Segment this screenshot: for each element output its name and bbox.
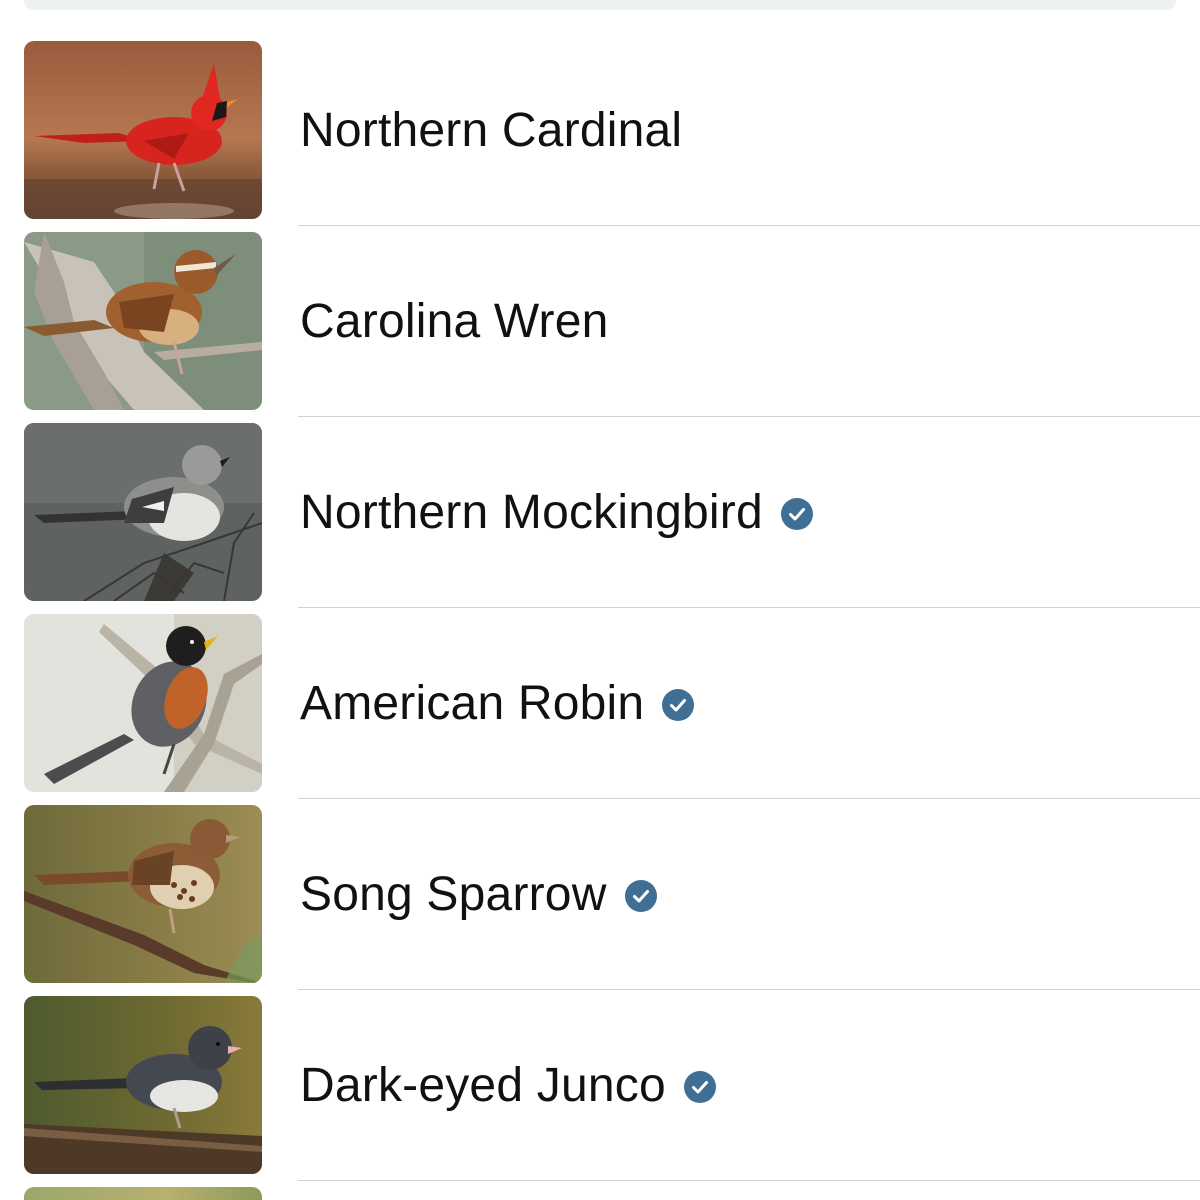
next-bird-photo[interactable]	[24, 1187, 262, 1200]
bird-list-screen: Northern Cardinal Carolina Wren Northern…	[0, 0, 1200, 1200]
northern-mockingbird-photo	[24, 423, 262, 601]
bird-name: Carolina Wren	[300, 294, 609, 348]
list-item[interactable]: American Robin	[0, 613, 1200, 804]
list-item[interactable]: Carolina Wren	[0, 231, 1200, 422]
list-item[interactable]: Northern Mockingbird	[0, 422, 1200, 613]
verified-check-icon	[662, 689, 695, 721]
verified-check-icon	[683, 1071, 716, 1103]
divider	[298, 607, 1200, 608]
northern-cardinal-photo	[24, 41, 262, 219]
dark-eyed-junco-photo	[24, 996, 262, 1174]
list-item[interactable]: Dark-eyed Junco	[0, 995, 1200, 1186]
divider	[298, 416, 1200, 417]
divider	[298, 1180, 1200, 1181]
bird-name: American Robin	[300, 676, 645, 730]
song-sparrow-photo	[24, 805, 262, 983]
bird-name: Dark-eyed Junco	[300, 1058, 666, 1112]
bird-name: Northern Cardinal	[300, 103, 683, 157]
bird-name: Song Sparrow	[300, 867, 607, 921]
list-item[interactable]: Song Sparrow	[0, 804, 1200, 995]
list-item[interactable]: Northern Cardinal	[0, 40, 1200, 231]
divider	[298, 989, 1200, 990]
verified-check-icon	[624, 880, 657, 912]
american-robin-photo	[24, 614, 262, 792]
search-bar[interactable]	[24, 0, 1176, 10]
divider	[298, 798, 1200, 799]
verified-check-icon	[780, 498, 813, 530]
divider	[298, 225, 1200, 226]
carolina-wren-photo	[24, 232, 262, 410]
bird-list: Northern Cardinal Carolina Wren Northern…	[0, 40, 1200, 1186]
bird-name: Northern Mockingbird	[300, 485, 763, 539]
